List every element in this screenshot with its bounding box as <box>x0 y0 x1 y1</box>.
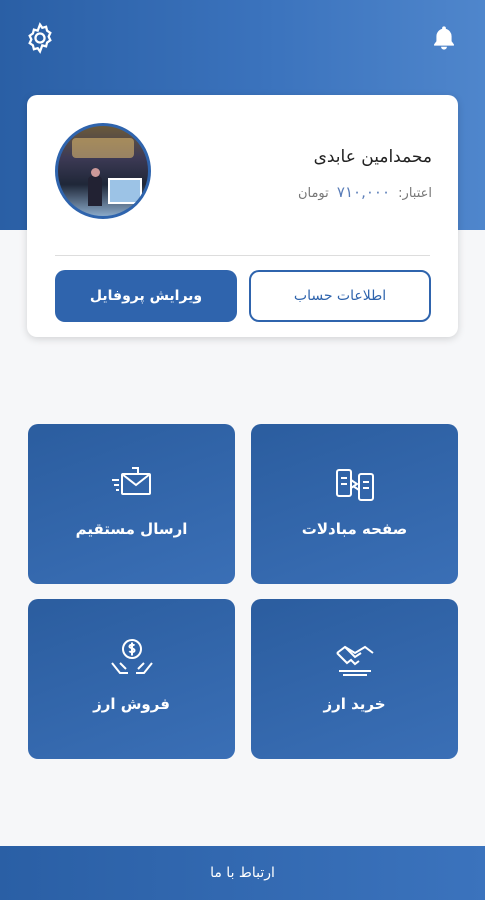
handshake-icon <box>335 645 374 676</box>
notifications-button[interactable] <box>426 20 462 56</box>
contact-us-bar[interactable]: ارتباط با ما <box>0 846 485 900</box>
exchange-icon <box>335 469 374 501</box>
tile-buy-currency[interactable]: خرید ارز <box>251 599 458 759</box>
tile-sell-currency-label: فروش ارز <box>93 695 170 713</box>
credit-unit: تومان <box>297 186 329 201</box>
tile-buy-currency-label: خرید ارز <box>323 695 386 713</box>
tile-exchanges-label: صفحه مبادلات <box>301 520 408 538</box>
bell-icon <box>434 26 454 50</box>
dollar-coin-hands-icon <box>110 639 153 674</box>
user-name: محمدامین عابدی <box>313 147 432 167</box>
avatar[interactable] <box>55 123 151 219</box>
account-info-button[interactable]: اطلاعات حساب <box>249 270 431 322</box>
envelope-icon <box>111 467 151 495</box>
profile-card: محمدامین عابدی اعتبار: ۷۱۰,۰۰۰ تومان ویر… <box>27 95 458 337</box>
edit-profile-button[interactable]: ویرایش پروفایل <box>55 270 237 322</box>
credit-amount: ۷۱۰,۰۰۰ <box>336 183 391 201</box>
credit-info: اعتبار: ۷۱۰,۰۰۰ تومان <box>298 183 432 201</box>
settings-button[interactable] <box>22 20 58 56</box>
tile-exchanges[interactable]: صفحه مبادلات <box>251 424 458 584</box>
credit-label: اعتبار: <box>398 186 432 201</box>
tile-direct-send-label: ارسال مستقیم <box>75 520 188 538</box>
tile-sell-currency[interactable]: فروش ارز <box>28 599 235 759</box>
gear-icon <box>28 22 52 54</box>
tile-direct-send[interactable]: ارسال مستقیم <box>28 424 235 584</box>
divider <box>55 255 430 256</box>
